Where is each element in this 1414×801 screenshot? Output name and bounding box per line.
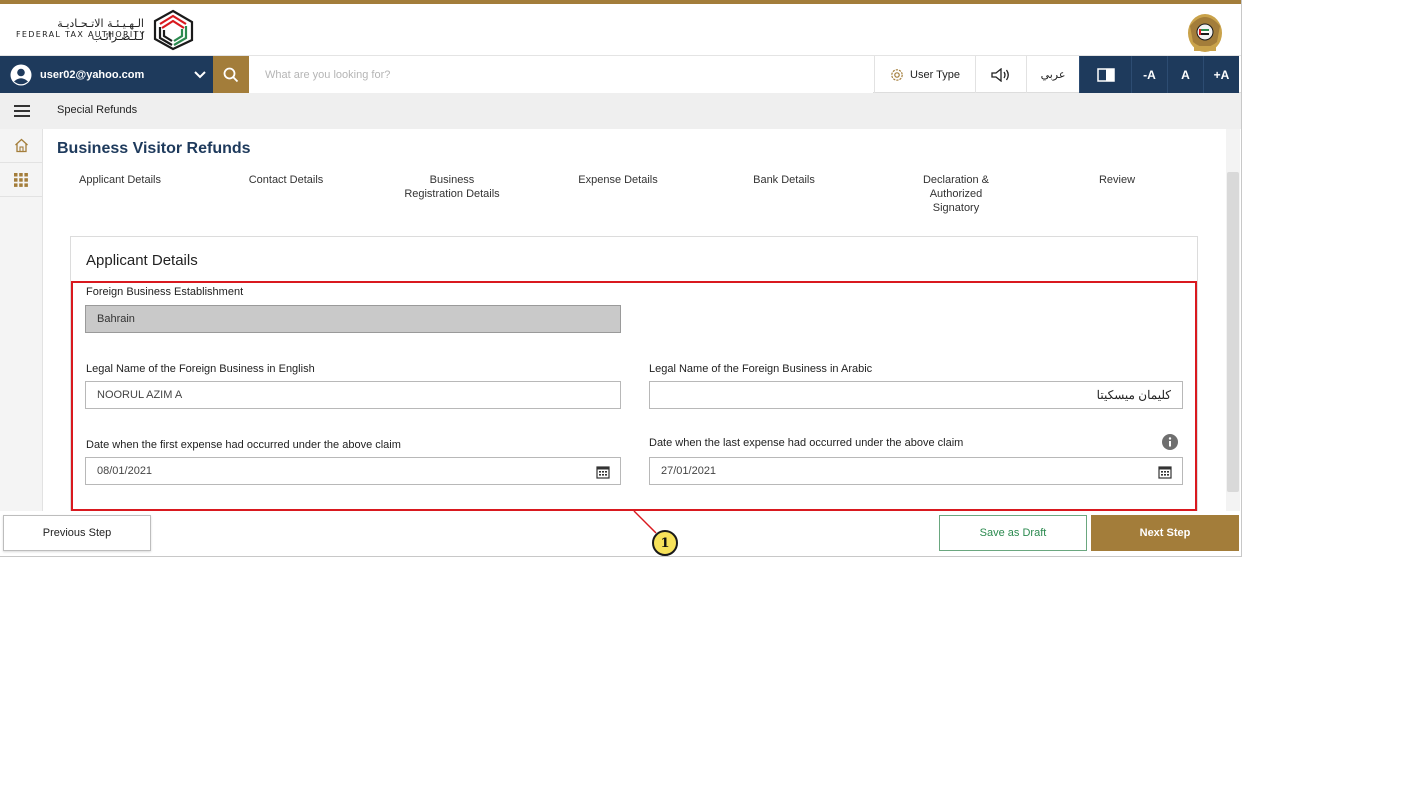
legal-name-english-field[interactable]: NOORUL AZIM A (85, 381, 621, 409)
first-expense-date-value: 08/01/2021 (97, 465, 153, 477)
step-bank-details[interactable]: Bank Details (714, 173, 854, 187)
breadcrumb-item-special-refunds[interactable]: Special Refunds (57, 104, 137, 116)
legal-name-arabic-field[interactable]: كليمان ميسكيتا (649, 381, 1183, 409)
step-review[interactable]: Review (1047, 173, 1187, 187)
language-toggle[interactable]: عربي (1026, 56, 1079, 93)
user-type-label: User Type (910, 68, 960, 81)
contrast-toggle[interactable] (1079, 56, 1131, 93)
save-as-draft-button[interactable]: Save as Draft (939, 515, 1087, 551)
speaker-icon (991, 67, 1009, 82)
last-expense-date-field[interactable]: 27/01/2021 (649, 457, 1183, 485)
last-expense-date-label: Date when the last expense had occurred … (649, 437, 964, 449)
home-icon (14, 138, 28, 153)
info-icon[interactable] (1162, 434, 1178, 450)
grid-icon (14, 172, 28, 187)
callout-marker: 1 (652, 530, 678, 556)
read-aloud-button[interactable] (975, 56, 1026, 93)
step-applicant-details[interactable]: Applicant Details (50, 173, 190, 187)
section-title: Applicant Details (86, 252, 198, 269)
step-expense-details[interactable]: Expense Details (548, 173, 688, 187)
sidebar-item-apps[interactable] (0, 163, 42, 197)
step-business-registration-details[interactable]: Business Registration Details (382, 173, 522, 201)
step-contact-details[interactable]: Contact Details (216, 173, 356, 187)
previous-step-button[interactable]: Previous Step (3, 515, 151, 551)
app-window: الـهـيـئـة الاتـحـاديـة لـلـضـرائـب FEDE… (0, 0, 1242, 557)
logo-english-text: FEDERAL TAX AUTHORITY (16, 30, 146, 39)
user-type-button[interactable]: User Type (874, 56, 975, 93)
user-menu[interactable]: user02@yahoo.com (0, 56, 213, 93)
uae-emblem-icon (1188, 14, 1222, 52)
legal-name-arabic-label: Legal Name of the Foreign Business in Ar… (649, 363, 873, 375)
search-input[interactable] (249, 56, 873, 93)
fta-logo-icon[interactable] (150, 8, 196, 52)
sidebar-item-home[interactable] (0, 129, 42, 163)
font-reset-button[interactable]: A (1167, 56, 1203, 93)
next-step-button[interactable]: Next Step (1091, 515, 1239, 551)
legal-name-english-label: Legal Name of the Foreign Business in En… (86, 363, 315, 375)
font-increase-button[interactable]: +A (1203, 56, 1239, 93)
breadcrumb: Special Refunds (0, 93, 1241, 129)
top-nav: user02@yahoo.com User Type (0, 56, 1241, 93)
gear-icon (891, 68, 903, 81)
user-avatar-icon (10, 64, 32, 85)
last-expense-date-value: 27/01/2021 (661, 465, 717, 477)
calendar-icon[interactable] (596, 465, 610, 479)
foreign-establishment-label: Foreign Business Establishment (86, 286, 244, 298)
first-expense-date-field[interactable]: 08/01/2021 (85, 457, 621, 485)
first-expense-date-label: Date when the first expense had occurred… (86, 439, 401, 451)
font-decrease-button[interactable]: -A (1131, 56, 1167, 93)
sidebar (0, 129, 43, 511)
logo-bar: الـهـيـئـة الاتـحـاديـة لـلـضـرائـب FEDE… (0, 4, 1241, 56)
step-declaration-authorized-signatory[interactable]: Declaration & Authorized Signatory (886, 173, 1026, 215)
hamburger-icon (13, 105, 30, 117)
scrollbar-thumb[interactable] (1227, 172, 1239, 492)
search-icon (223, 67, 239, 82)
foreign-establishment-field: Bahrain (85, 305, 621, 333)
search-button[interactable] (213, 56, 249, 93)
contrast-icon (1096, 67, 1115, 82)
page-title: Business Visitor Refunds (57, 140, 251, 157)
footer-bar: Previous Step Save as Draft Next Step (0, 511, 1241, 556)
user-email: user02@yahoo.com (40, 68, 145, 81)
hamburger-menu-button[interactable] (0, 93, 43, 129)
chevron-down-icon[interactable] (193, 67, 207, 81)
calendar-icon[interactable] (1158, 465, 1172, 479)
